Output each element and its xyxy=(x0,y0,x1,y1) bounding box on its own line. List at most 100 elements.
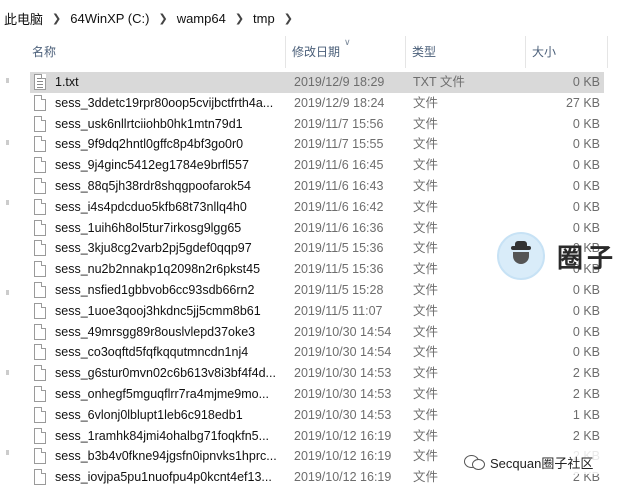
gutter-mark xyxy=(6,450,9,455)
file-date: 2019/12/9 18:29 xyxy=(294,75,385,89)
breadcrumb: 此电脑 ❯ 64WinXP (C:) ❯ wamp64 ❯ tmp ❯ xyxy=(0,0,636,36)
file-row[interactable]: sess_g6stur0mvn02c6b613v8i3bf4f4d... 2019… xyxy=(30,363,604,384)
column-header-type[interactable]: 类型 xyxy=(406,36,526,68)
column-header-name[interactable]: 名称 xyxy=(26,36,286,68)
file-row[interactable]: sess_9f9dq2hntl0gffc8p4bf3go0r0 2019/11/7… xyxy=(30,134,604,155)
file-icon xyxy=(34,323,46,340)
file-row[interactable]: sess_co3oqftd5fqfkqqutmncdn1nj4 2019/10/3… xyxy=(30,342,604,363)
watermark-logo-icon xyxy=(497,232,545,280)
file-icon xyxy=(34,448,46,465)
text-file-icon xyxy=(34,74,46,90)
gutter-mark xyxy=(6,78,9,83)
file-row[interactable]: sess_6vlonj0lblupt1leb6c918edb1 2019/10/3… xyxy=(30,405,604,426)
watermark-bottom: Secquan圈子社区 xyxy=(464,450,634,474)
file-type: 文件 xyxy=(413,345,439,360)
file-date: 2019/10/30 14:54 xyxy=(294,324,392,339)
file-icon xyxy=(34,219,46,236)
file-type: 文件 xyxy=(413,179,439,193)
file-date: 2019/11/7 15:56 xyxy=(294,116,384,131)
file-size: 0 KB xyxy=(572,137,600,152)
chevron-right-icon[interactable]: ❯ xyxy=(230,12,249,25)
column-header-bar: 名称 修改日期 ∨ 类型 大小 xyxy=(0,36,636,68)
navigation-pane-edge xyxy=(0,70,18,491)
file-size: 1 KB xyxy=(572,407,600,422)
file-date: 2019/11/6 16:45 xyxy=(294,158,384,173)
file-name: sess_1uih6h8ol5tur7irkosg9lgg65 xyxy=(55,220,242,235)
file-icon xyxy=(34,136,46,153)
file-name: sess_3kju8cg2varb2pj5gdef0qqp97 xyxy=(55,241,252,256)
file-icon xyxy=(34,198,46,215)
file-type: 文件 xyxy=(413,95,439,110)
file-icon xyxy=(34,427,46,444)
file-icon xyxy=(34,157,46,174)
file-date: 2019/10/12 16:19 xyxy=(294,428,392,443)
file-type: 文件 xyxy=(413,366,439,381)
file-size: 0 KB xyxy=(572,345,600,360)
file-icon xyxy=(34,240,46,257)
breadcrumb-tmp[interactable]: tmp xyxy=(249,11,279,26)
file-size: 2 KB xyxy=(572,387,600,401)
file-size: 0 KB xyxy=(572,324,600,339)
chevron-right-icon[interactable]: ❯ xyxy=(279,12,298,25)
file-name: sess_onhegf5mguqflrr7ra4mjme9mo... xyxy=(55,387,269,401)
file-name: sess_9f9dq2hntl0gffc8p4bf3go0r0 xyxy=(55,137,244,152)
file-row[interactable]: sess_i4s4pdcduo5kfb68t73nllq4h0 2019/11/6… xyxy=(30,197,604,218)
watermark-bottom-text: Secquan圈子社区 xyxy=(490,455,594,471)
column-header-size[interactable]: 大小 xyxy=(526,36,608,68)
file-date: 2019/10/12 16:19 xyxy=(294,470,392,485)
file-row[interactable]: sess_9j4ginc5412eg1784e9brfl557 2019/11/6… xyxy=(30,155,604,176)
gutter-mark xyxy=(6,370,9,375)
file-type: 文件 xyxy=(413,158,439,173)
file-name: sess_usk6nllrtciiohb0hk1mtn79d1 xyxy=(55,116,243,131)
file-date: 2019/11/5 11:07 xyxy=(294,303,383,318)
breadcrumb-wamp64[interactable]: wamp64 xyxy=(173,11,230,26)
file-name: sess_nu2b2nnakp1q2098n2r6pkst45 xyxy=(55,262,261,277)
file-icon xyxy=(34,365,46,382)
gutter-mark xyxy=(6,200,9,205)
breadcrumb-drive[interactable]: 64WinXP (C:) xyxy=(66,11,153,26)
file-date: 2019/10/30 14:53 xyxy=(294,366,392,381)
file-name: sess_i4s4pdcduo5kfb68t73nllq4h0 xyxy=(55,199,247,214)
file-row[interactable]: sess_3ddetc19rpr80oop5cvijbctfrth4a... 20… xyxy=(30,93,604,114)
file-icon xyxy=(34,406,46,423)
file-size: 0 KB xyxy=(572,199,600,214)
file-type: 文件 xyxy=(413,220,439,235)
file-name: sess_b3b4v0fkne94jgsfn0ipnvks1hprc... xyxy=(55,449,277,464)
file-size: 0 KB xyxy=(572,179,600,193)
file-type: TXT 文件 xyxy=(413,75,465,89)
file-icon xyxy=(34,261,46,278)
file-name: sess_88q5jh38rdr8shqgpoofarok54 xyxy=(55,179,251,193)
file-row[interactable]: sess_1uoe3qooj3hkdnc5jj5cmm8b61 2019/11/5… xyxy=(30,301,604,322)
file-type: 文件 xyxy=(413,241,439,256)
file-row[interactable]: sess_nsfied1gbbvob6cc93sdb66rn2 2019/11/5… xyxy=(30,280,604,301)
file-name: sess_9j4ginc5412eg1784e9brfl557 xyxy=(55,158,249,173)
chevron-right-icon[interactable]: ❯ xyxy=(153,12,172,25)
file-size: 2 KB xyxy=(572,428,600,443)
file-row[interactable]: sess_usk6nllrtciiohb0hk1mtn79d1 2019/11/7… xyxy=(30,114,604,135)
file-date: 2019/11/6 16:43 xyxy=(294,179,384,193)
file-row[interactable]: sess_88q5jh38rdr8shqgpoofarok54 2019/11/6… xyxy=(30,176,604,197)
file-name: sess_49mrsgg89r8ouslvlepd37oke3 xyxy=(55,324,256,339)
wechat-icon xyxy=(464,454,486,470)
file-type: 文件 xyxy=(413,137,439,152)
chevron-right-icon[interactable]: ❯ xyxy=(47,12,66,25)
file-name: sess_nsfied1gbbvob6cc93sdb66rn2 xyxy=(55,283,255,297)
sort-arrow-icon: ∨ xyxy=(344,37,351,47)
file-icon xyxy=(34,178,46,194)
file-date: 2019/11/6 16:42 xyxy=(294,199,384,214)
file-row[interactable]: sess_1ramhk84jmi4ohalbg71foqkfn5... 2019/… xyxy=(30,426,604,447)
gutter-mark xyxy=(6,140,9,145)
file-row[interactable]: sess_49mrsgg89r8ouslvlepd37oke3 2019/10/3… xyxy=(30,322,604,343)
file-size: 2 KB xyxy=(572,366,600,381)
file-type: 文件 xyxy=(413,262,439,277)
gutter-mark xyxy=(6,290,9,295)
file-size: 0 KB xyxy=(572,303,600,318)
file-size: 0 KB xyxy=(572,116,600,131)
file-row[interactable]: sess_onhegf5mguqflrr7ra4mjme9mo... 2019/1… xyxy=(30,384,604,405)
file-row[interactable]: 1.txt 2019/12/9 18:29 TXT 文件 0 KB xyxy=(30,72,604,93)
breadcrumb-this-pc[interactable]: 此电脑 xyxy=(0,9,47,28)
file-icon xyxy=(34,344,46,361)
file-type: 文件 xyxy=(413,303,439,318)
file-icon xyxy=(34,282,46,298)
file-date: 2019/10/30 14:53 xyxy=(294,387,392,401)
